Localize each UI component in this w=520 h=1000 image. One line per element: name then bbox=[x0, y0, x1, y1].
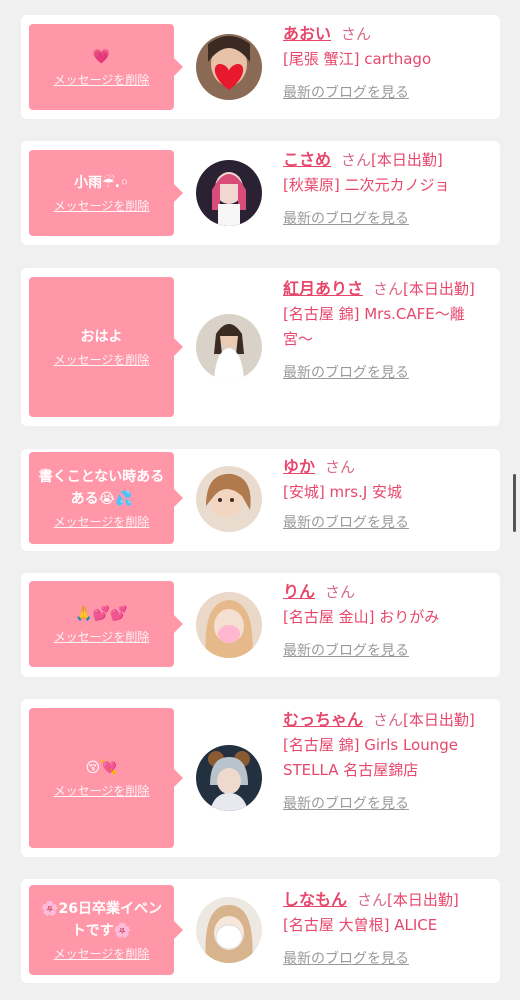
honorific: さん bbox=[357, 891, 388, 909]
avatar[interactable] bbox=[196, 34, 262, 100]
message-card: 書くことない時あるある😭💦 メッセージを削除 ゆか さん [安城] mrs.J 安… bbox=[21, 449, 500, 551]
delete-message-link[interactable]: メッセージを削除 bbox=[54, 514, 150, 530]
avatar[interactable] bbox=[196, 314, 262, 380]
blog-link[interactable]: 最新のブログを見る bbox=[283, 207, 493, 232]
delete-message-link[interactable]: メッセージを削除 bbox=[54, 352, 150, 368]
shop-info: [尾張 蟹江] carthago bbox=[283, 50, 432, 68]
status-text: [本日出勤] bbox=[387, 891, 459, 909]
girl-name-link[interactable]: こさめ bbox=[283, 150, 331, 169]
girl-info: 紅月ありさ さん[本日出勤] [名古屋 錦] Mrs.CAFE〜離宮〜 最新のブロ… bbox=[283, 276, 493, 386]
status-text: [本日出勤] bbox=[371, 151, 443, 169]
message-text: 💗 bbox=[92, 49, 111, 65]
shop-info: [名古屋 大曽根] ALICE bbox=[283, 916, 438, 934]
shop-info: [名古屋 金山] おりがみ bbox=[283, 608, 440, 626]
blog-link[interactable]: 最新のブログを見る bbox=[283, 81, 493, 106]
message-bubble: 💗 メッセージを削除 bbox=[29, 24, 183, 110]
honorific: さん bbox=[373, 711, 404, 729]
honorific: さん bbox=[325, 458, 356, 476]
message-bubble: 😚💘 メッセージを削除 bbox=[29, 708, 183, 848]
avatar[interactable] bbox=[196, 466, 262, 532]
delete-message-link[interactable]: メッセージを削除 bbox=[54, 198, 150, 214]
status-text: [本日出勤] bbox=[403, 280, 475, 298]
message-text: 書くことない時あるある😭💦 bbox=[38, 469, 165, 507]
girl-info: りん さん [名古屋 金山] おりがみ 最新のブログを見る bbox=[283, 579, 493, 664]
delete-message-link[interactable]: メッセージを削除 bbox=[54, 946, 150, 962]
honorific: さん bbox=[325, 583, 356, 601]
honorific: さん bbox=[373, 280, 404, 298]
message-card: 💗 メッセージを削除 あおい さん [尾張 蟹江] carthago 最新のブログ… bbox=[21, 15, 500, 119]
message-bubble: 書くことない時あるある😭💦 メッセージを削除 bbox=[29, 452, 183, 544]
avatar[interactable] bbox=[196, 897, 262, 963]
message-bubble: 🙏💕💕 メッセージを削除 bbox=[29, 581, 183, 667]
girl-name-link[interactable]: あおい bbox=[283, 24, 331, 43]
message-card: 🙏💕💕 メッセージを削除 りん さん [名古屋 金山] おりがみ 最新のブログを見… bbox=[21, 573, 500, 677]
avatar[interactable] bbox=[196, 745, 262, 811]
blog-link[interactable]: 最新のブログを見る bbox=[283, 792, 493, 817]
message-text: 🙏💕💕 bbox=[75, 606, 128, 622]
status-text: [本日出勤] bbox=[403, 711, 475, 729]
shop-info: [名古屋 錦] Girls Lounge STELLA 名古屋錦店 bbox=[283, 736, 458, 779]
message-bubble: 🌸26日卒業イベントです🌸 メッセージを削除 bbox=[29, 885, 183, 975]
girl-info: ゆか さん [安城] mrs.J 安城 最新のブログを見る bbox=[283, 454, 493, 536]
avatar[interactable] bbox=[196, 592, 262, 658]
blog-link[interactable]: 最新のブログを見る bbox=[283, 639, 493, 664]
avatar[interactable] bbox=[196, 160, 262, 226]
message-text: 😚💘 bbox=[85, 760, 118, 776]
girl-name-link[interactable]: 紅月ありさ bbox=[283, 279, 363, 298]
girl-info: あおい さん [尾張 蟹江] carthago 最新のブログを見る bbox=[283, 21, 493, 106]
girl-name-link[interactable]: むっちゃん bbox=[283, 710, 363, 729]
message-card: 🌸26日卒業イベントです🌸 メッセージを削除 しなもん さん[本日出勤] [名古屋… bbox=[21, 879, 500, 983]
girl-name-link[interactable]: ゆか bbox=[283, 457, 315, 476]
shop-info: [安城] mrs.J 安城 bbox=[283, 483, 403, 501]
shop-info: [秋葉原] 二次元カノジョ bbox=[283, 176, 450, 194]
message-card: 😚💘 メッセージを削除 むっちゃん さん[本日出勤] [名古屋 錦] Girls … bbox=[21, 699, 500, 857]
message-text: 小雨☔.◦ bbox=[74, 175, 129, 191]
delete-message-link[interactable]: メッセージを削除 bbox=[54, 783, 150, 799]
message-bubble: おはよ メッセージを削除 bbox=[29, 277, 183, 417]
blog-link[interactable]: 最新のブログを見る bbox=[283, 947, 493, 972]
message-card: おはよ メッセージを削除 紅月ありさ さん[本日出勤] [名古屋 錦] Mrs.C… bbox=[21, 268, 500, 426]
girl-info: しなもん さん[本日出勤] [名古屋 大曽根] ALICE 最新のブログを見る bbox=[283, 887, 493, 972]
honorific: さん bbox=[341, 151, 372, 169]
shop-info: [名古屋 錦] Mrs.CAFE〜離宮〜 bbox=[283, 305, 465, 348]
girl-name-link[interactable]: しなもん bbox=[283, 890, 347, 909]
girl-name-link[interactable]: りん bbox=[283, 582, 315, 601]
girl-info: こさめ さん[本日出勤] [秋葉原] 二次元カノジョ 最新のブログを見る bbox=[283, 147, 493, 232]
honorific: さん bbox=[341, 25, 372, 43]
blog-link[interactable]: 最新のブログを見る bbox=[283, 361, 493, 386]
girl-info: むっちゃん さん[本日出勤] [名古屋 錦] Girls Lounge STELL… bbox=[283, 707, 493, 817]
message-text: 🌸26日卒業イベントです🌸 bbox=[41, 901, 162, 939]
delete-message-link[interactable]: メッセージを削除 bbox=[54, 72, 150, 88]
blog-link[interactable]: 最新のブログを見る bbox=[283, 511, 493, 536]
delete-message-link[interactable]: メッセージを削除 bbox=[54, 629, 150, 645]
message-card: 小雨☔.◦ メッセージを削除 こさめ さん[本日出勤] [秋葉原] 二次元カノジョ… bbox=[21, 141, 500, 245]
scrollbar[interactable] bbox=[513, 474, 516, 532]
message-bubble: 小雨☔.◦ メッセージを削除 bbox=[29, 150, 183, 236]
message-text: おはよ bbox=[80, 329, 123, 345]
